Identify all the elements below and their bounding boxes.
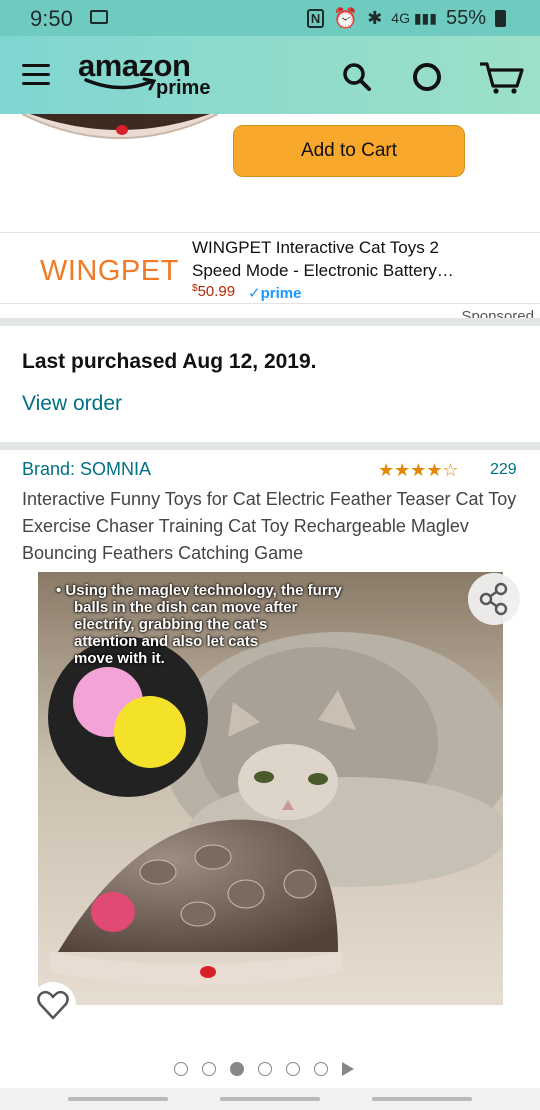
ad-prime-badge: ✓prime (248, 285, 302, 302)
cart-icon[interactable] (478, 60, 524, 94)
carousel-dot[interactable] (202, 1062, 216, 1076)
caption-line: move with it. (74, 650, 165, 667)
sponsored-ad[interactable]: WINGPET WINGPET Interactive Cat Toys 2 S… (0, 232, 540, 304)
carousel-dot[interactable] (174, 1062, 188, 1076)
rating-stars[interactable]: ★★★★☆ (378, 460, 459, 481)
add-to-cart-button[interactable]: Add to Cart (233, 125, 465, 177)
play-icon[interactable] (342, 1062, 354, 1076)
battery-icon (495, 10, 506, 27)
brand-link[interactable]: Brand: SOMNIA (22, 459, 151, 480)
divider (0, 442, 540, 450)
carousel-dot[interactable] (258, 1062, 272, 1076)
carousel-dot[interactable] (286, 1062, 300, 1076)
status-time: 9:50 (30, 6, 73, 31)
nfc-icon: N (306, 9, 325, 28)
signal-icon: 4G ▮▮▮ (391, 10, 437, 26)
logo-prime: prime (156, 77, 211, 99)
last-purchased-text: Last purchased Aug 12, 2019. (22, 350, 317, 373)
status-bar: 9:50 N ⏰ ✱ 4G ▮▮▮ 55% (0, 0, 540, 36)
gallery-icon (90, 10, 108, 24)
heart-icon[interactable] (30, 982, 76, 1028)
ad-price-value: 50.99 (197, 283, 236, 300)
bluetooth-icon: ✱ (367, 8, 383, 28)
divider (0, 318, 540, 326)
image-caption: • Using the maglev technology, the furry… (56, 582, 406, 667)
ad-price: $50.99 (192, 283, 235, 300)
smile-arrow-icon (84, 77, 157, 91)
caption-line: balls in the dish can move after (74, 599, 298, 616)
previous-product-thumbnail[interactable] (22, 114, 218, 148)
nav-pill[interactable] (372, 1097, 472, 1101)
app-header: amazon prime (0, 36, 540, 114)
nav-pill[interactable] (220, 1097, 320, 1101)
last-purchased-card (0, 326, 540, 442)
rating-count[interactable]: 229 (490, 461, 517, 479)
ad-title[interactable]: WINGPET Interactive Cat Toys 2 Speed Mod… (192, 236, 492, 282)
caption-line: electrify, grabbing the cat's (74, 616, 268, 633)
view-order-link[interactable]: View order (22, 392, 122, 416)
ad-brand-logo: WINGPET (40, 255, 179, 287)
carousel-indicator (174, 1060, 354, 1078)
share-icon[interactable] (468, 573, 520, 625)
alarm-icon: ⏰ (333, 8, 359, 30)
status-icons: N ⏰ ✱ 4G ▮▮▮ 55% (306, 6, 506, 31)
product-image[interactable]: • Using the maglev technology, the furry… (38, 572, 503, 1005)
alexa-icon[interactable] (410, 60, 444, 94)
product-title: Interactive Funny Toys for Cat Electric … (22, 489, 517, 563)
amazon-prime-logo[interactable]: amazon prime (78, 50, 210, 99)
carousel-dot-active[interactable] (230, 1062, 244, 1076)
battery-percent: 55% (445, 7, 486, 29)
caption-line: • Using the maglev technology, the furry (56, 582, 342, 599)
menu-icon[interactable] (22, 64, 50, 86)
carousel-dot[interactable] (314, 1062, 328, 1076)
nav-pill[interactable] (68, 1097, 168, 1101)
caption-line: attention and also let cats (74, 633, 259, 650)
search-icon[interactable] (340, 60, 374, 94)
